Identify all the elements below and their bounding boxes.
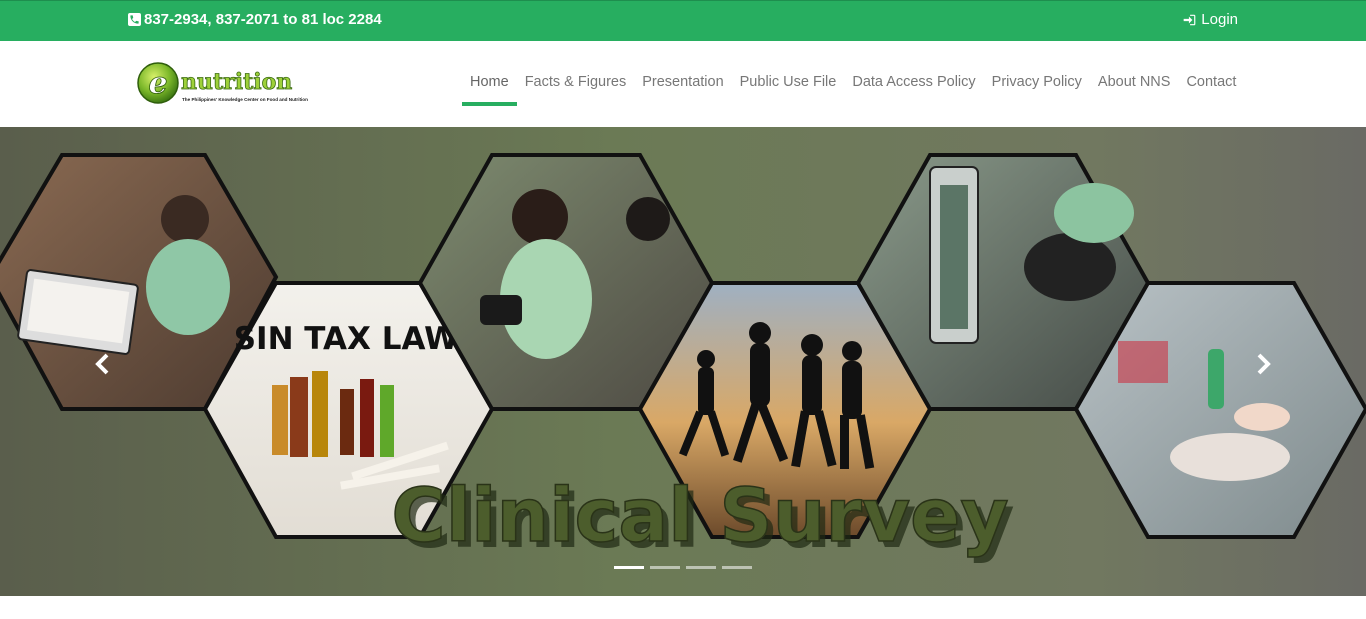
login-label: Login [1201,11,1238,28]
nav-item-contact[interactable]: Contact [1178,41,1244,127]
phone-icon [128,13,141,26]
hero-slide-image: SIN TAX LAW Clinical Survey Clinical Sur… [0,127,1366,596]
sin-tax-law-text: SIN TAX LAW [234,321,459,357]
sign-in-icon [1183,14,1196,25]
carousel-indicators [614,566,752,569]
carousel-indicator-3[interactable] [686,566,716,569]
top-bar: 837-2934, 837-2071 to 81 loc 2284 Login [0,0,1366,41]
logo-tagline: The Philippines' Knowledge Center on Foo… [182,97,308,102]
logo-letter: e [148,66,167,101]
page-bottom [0,596,1366,619]
main-nav: Home Facts & Figures Presentation Public Us… [462,41,1244,127]
chevron-left-icon [95,353,109,375]
enutrition-logo[interactable]: e nutrition The Philippines' Knowledge C… [136,61,326,107]
nav-item-data-access-policy[interactable]: Data Access Policy [844,41,983,127]
nav-item-presentation[interactable]: Presentation [634,41,731,127]
phone-text: 837-2934, 837-2071 to 81 loc 2284 [144,11,382,28]
login-link[interactable]: Login [1182,11,1238,28]
carousel-indicator-2[interactable] [650,566,680,569]
nav-item-about-nns[interactable]: About NNS [1090,41,1179,127]
logo-word: nutrition [181,69,292,95]
nav-item-home[interactable]: Home [462,41,517,127]
phone-contact: 837-2934, 837-2071 to 81 loc 2284 [128,11,382,28]
hero-carousel: SIN TAX LAW Clinical Survey Clinical Sur… [0,127,1366,596]
chevron-right-icon [1257,353,1271,375]
nav-item-facts-figures[interactable]: Facts & Figures [517,41,635,127]
main-navbar: e nutrition The Philippines' Knowledge C… [0,41,1366,127]
slide-caption: Clinical Survey [391,473,1008,559]
carousel-prev-button[interactable] [88,349,118,379]
carousel-indicator-1[interactable] [614,566,644,569]
nav-item-privacy-policy[interactable]: Privacy Policy [984,41,1090,127]
carousel-next-button[interactable] [1248,349,1278,379]
nav-item-public-use-file[interactable]: Public Use File [732,41,845,127]
carousel-indicator-4[interactable] [722,566,752,569]
